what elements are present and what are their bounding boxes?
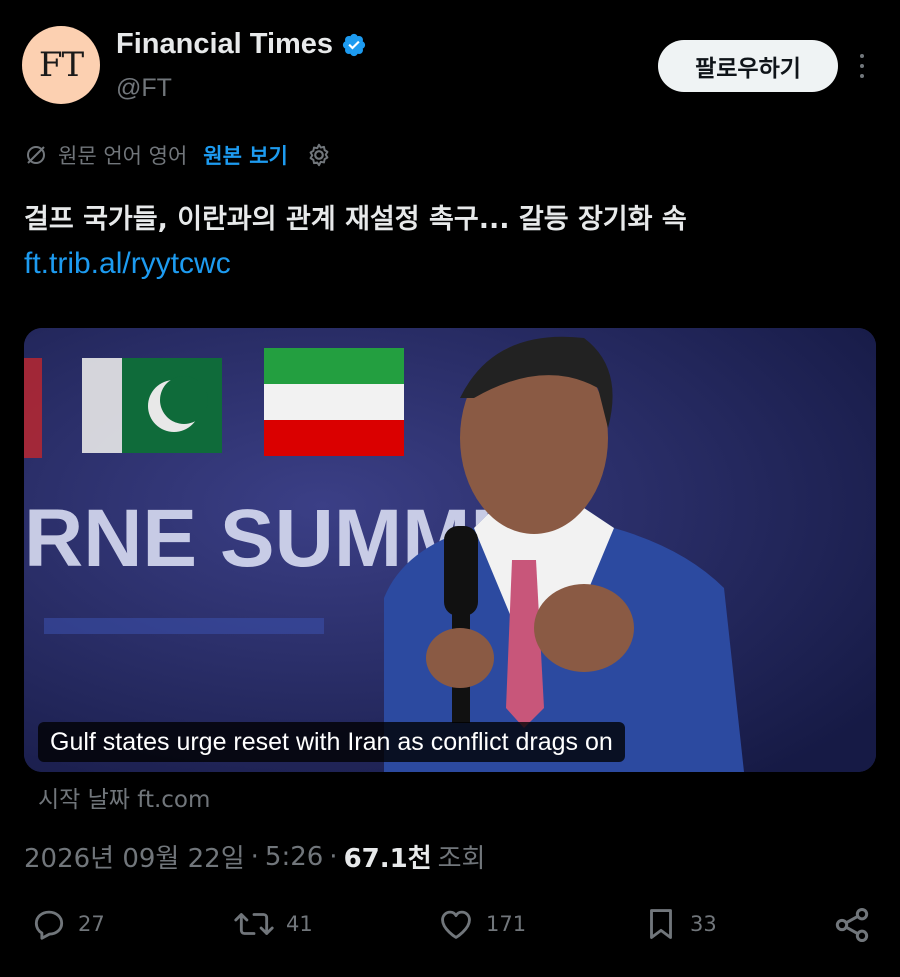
separator-dot: · (250, 841, 259, 872)
share-icon (835, 908, 869, 942)
reply-icon (34, 910, 64, 940)
translation-row: 원문 언어 영어 원본 보기 (24, 140, 332, 170)
tweet-header: FT Financial Times @FT 팔로우하기 (22, 26, 878, 106)
separator-dot: · (329, 841, 338, 872)
repost-icon (234, 913, 274, 935)
views-count: 67.1천 (343, 844, 432, 874)
name-row: Financial Times (116, 28, 367, 61)
display-name[interactable]: Financial Times (116, 28, 333, 61)
card-source[interactable]: 시작 날짜 ft.com (38, 780, 210, 814)
translate-off-icon (27, 146, 45, 164)
tweet-text: 걸프 국가들, 이란과의 관계 재설정 촉구... 갈등 장기화 속 (24, 204, 687, 235)
avatar[interactable]: FT (22, 26, 100, 104)
gear-icon[interactable] (306, 142, 332, 168)
show-original-link[interactable]: 원본 보기 (203, 140, 288, 170)
views-label: 조회 (437, 844, 486, 874)
tweet-date[interactable]: 2026년 09월 22일 (24, 838, 245, 875)
share-button[interactable] (832, 905, 872, 945)
like-count: 171 (486, 912, 527, 936)
repost-count: 41 (286, 912, 313, 936)
bookmark-button[interactable]: 33 (642, 905, 717, 943)
reply-count: 27 (78, 912, 105, 936)
tweet-body: 걸프 국가들, 이란과의 관계 재설정 촉구... 갈등 장기화 속 ft.tr… (24, 198, 874, 286)
more-options-icon[interactable] (852, 52, 872, 80)
repost-button[interactable]: 41 (232, 905, 313, 943)
link-card[interactable]: RNE SUMMIT Gulf states urge reset with I… (24, 328, 876, 772)
reply-button[interactable]: 27 (30, 905, 105, 943)
like-button[interactable]: 171 (436, 905, 526, 943)
card-image: RNE SUMMIT (24, 328, 876, 772)
translation-label: 원문 언어 영어 (58, 144, 188, 168)
handle[interactable]: @FT (116, 74, 172, 103)
tweet-meta: 2026년 09월 22일 · 5:26 · 67.1천 조회 (24, 838, 485, 875)
tweet-link[interactable]: ft.trib.al/ryytcwc (24, 242, 874, 286)
verified-badge-icon (342, 33, 366, 56)
heart-icon (441, 910, 471, 939)
bookmark-icon (650, 909, 672, 939)
follow-button[interactable]: 팔로우하기 (658, 40, 838, 92)
card-caption: Gulf states urge reset with Iran as conf… (38, 722, 625, 762)
bookmark-count: 33 (690, 912, 717, 936)
action-bar: 27 41 171 33 (0, 905, 900, 961)
tweet-time[interactable]: 5:26 (265, 842, 323, 872)
